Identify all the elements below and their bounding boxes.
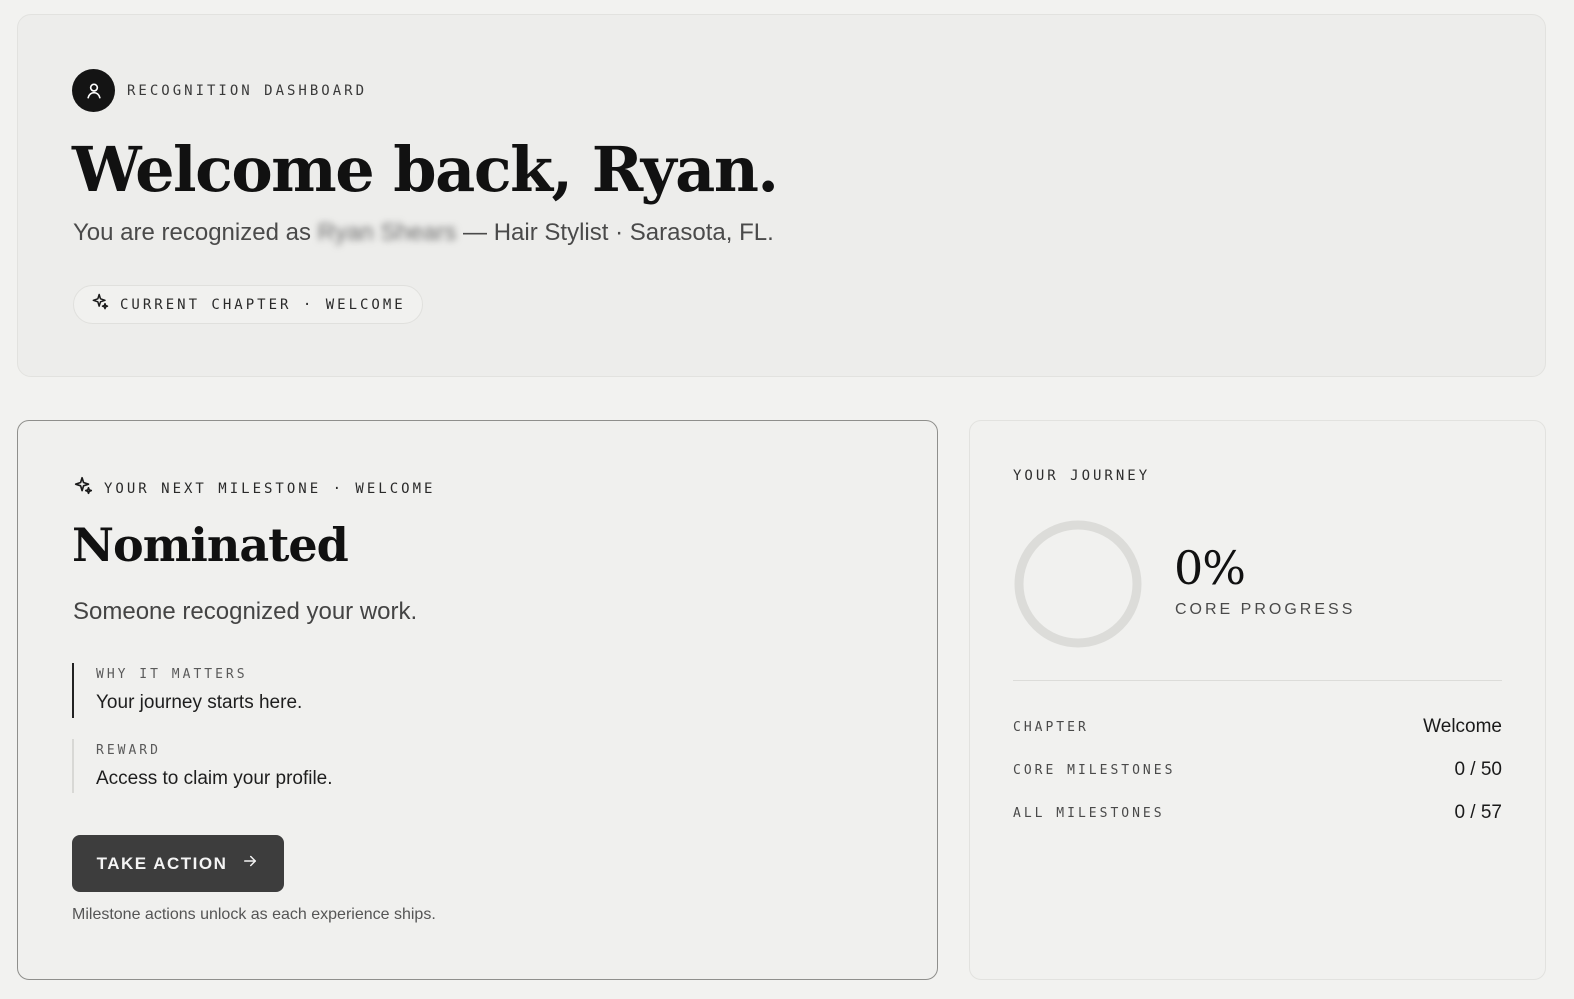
journey-title: YOUR JOURNEY	[1013, 468, 1151, 484]
current-chapter-badge: CURRENT CHAPTER · WELCOME	[73, 285, 423, 324]
sparkle-icon	[90, 292, 110, 317]
take-action-button[interactable]: TAKE ACTION	[72, 835, 284, 892]
arrow-right-icon	[241, 852, 259, 875]
hero-card: RECOGNITION DASHBOARD Welcome back, Ryan…	[17, 14, 1546, 377]
subtitle-prefix: You are recognized as	[73, 219, 311, 246]
stat-value: 0 / 50	[1454, 759, 1502, 780]
reward-block: REWARD Access to claim your profile.	[72, 739, 333, 793]
reward-label: REWARD	[96, 743, 161, 758]
progress-label: CORE PROGRESS	[1175, 601, 1356, 618]
stat-row-all-milestones: ALL MILESTONES 0 / 57	[1013, 802, 1502, 824]
progress-ring	[1014, 520, 1142, 648]
why-it-matters-block: WHY IT MATTERS Your journey starts here.	[72, 663, 302, 718]
stat-row-core-milestones: CORE MILESTONES 0 / 50	[1013, 759, 1502, 781]
sparkle-icon	[72, 475, 94, 502]
milestone-description: Someone recognized your work.	[73, 598, 418, 625]
why-it-matters-label: WHY IT MATTERS	[96, 667, 248, 682]
stat-label: ALL MILESTONES	[1013, 805, 1165, 821]
next-milestone-card: YOUR NEXT MILESTONE · WELCOME Nominated …	[17, 420, 938, 980]
stat-label: CORE MILESTONES	[1013, 762, 1176, 778]
journey-card: YOUR JOURNEY 0% CORE PROGRESS CHAPTER We…	[969, 420, 1546, 980]
milestone-footnote: Milestone actions unlock as each experie…	[72, 906, 436, 923]
stat-row-chapter: CHAPTER Welcome	[1013, 716, 1502, 738]
dashboard-label: RECOGNITION DASHBOARD	[127, 82, 368, 99]
reward-text: Access to claim your profile.	[96, 768, 333, 789]
why-it-matters-text: Your journey starts here.	[96, 692, 303, 713]
recognition-subtitle: You are recognized as Ryan Shears — Hair…	[73, 219, 774, 247]
milestone-eyebrow-label: YOUR NEXT MILESTONE · WELCOME	[104, 480, 436, 497]
milestone-eyebrow: YOUR NEXT MILESTONE · WELCOME	[72, 475, 435, 502]
recognized-name: Ryan Shears	[317, 219, 457, 246]
subtitle-suffix: — Hair Stylist · Sarasota, FL.	[463, 219, 774, 246]
stat-value: 0 / 57	[1454, 802, 1502, 823]
progress-percent: 0%	[1174, 541, 1246, 595]
chapter-pill-label: CURRENT CHAPTER · WELCOME	[120, 296, 406, 313]
take-action-label: TAKE ACTION	[96, 853, 228, 873]
page-title: Welcome back, Ryan.	[72, 133, 779, 206]
divider	[1013, 680, 1502, 681]
progress-ring-track	[1014, 520, 1142, 648]
milestone-title: Nominated	[72, 518, 349, 572]
user-icon	[72, 69, 115, 112]
stat-label: CHAPTER	[1013, 719, 1089, 735]
hero-eyebrow: RECOGNITION DASHBOARD	[72, 69, 367, 112]
stat-value: Welcome	[1423, 716, 1502, 737]
